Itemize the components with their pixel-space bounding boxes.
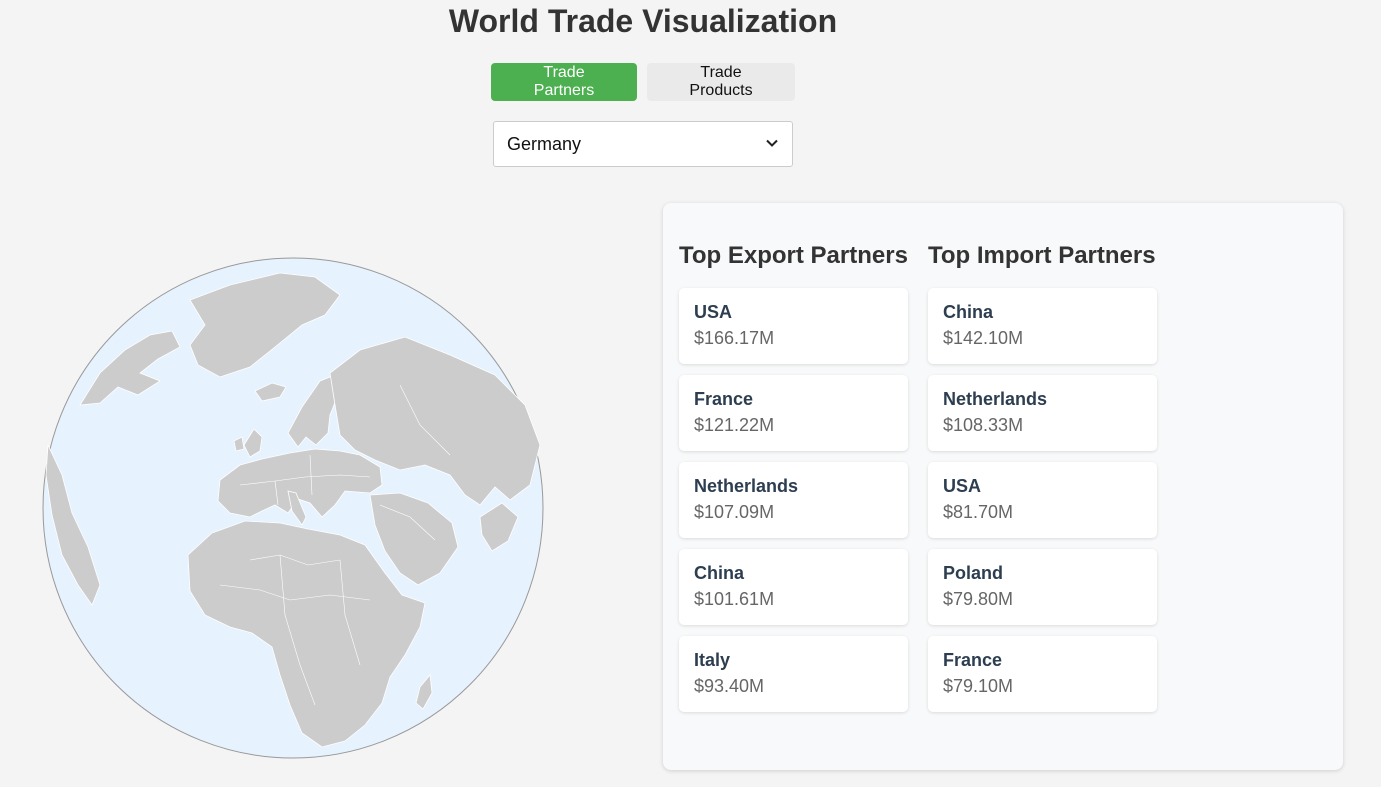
partner-name: USA — [943, 476, 982, 496]
country-select[interactable]: Germany — [493, 121, 793, 167]
view-tabs: Trade Partners Trade Products — [491, 63, 795, 101]
import-partner-card[interactable]: Poland $79.80M — [928, 549, 1157, 625]
partner-name: China — [694, 563, 745, 583]
partner-name: Netherlands — [694, 476, 799, 496]
partner-name: France — [694, 389, 754, 409]
partner-value: $107.09M — [694, 502, 775, 522]
export-partners-heading: Top Export Partners — [679, 242, 908, 269]
import-partners-column: Top Import Partners China $142.10M Nethe… — [928, 241, 1158, 723]
export-partner-card[interactable]: China $101.61M — [679, 549, 908, 625]
export-partners-column: Top Export Partners USA $166.17M France … — [679, 241, 909, 723]
partner-value: $79.80M — [943, 589, 1014, 609]
partner-value: $121.22M — [694, 415, 775, 435]
page-title: World Trade Visualization — [448, 3, 838, 39]
partner-value: $93.40M — [694, 676, 765, 696]
import-partner-card[interactable]: USA $81.70M — [928, 462, 1157, 538]
tab-trade-partners[interactable]: Trade Partners — [491, 63, 637, 101]
partner-value: $166.17M — [694, 328, 775, 348]
import-partner-card[interactable]: France $79.10M — [928, 636, 1157, 712]
export-partner-card[interactable]: Italy $93.40M — [679, 636, 908, 712]
import-partner-card[interactable]: Netherlands $108.33M — [928, 375, 1157, 451]
country-select-value: Germany — [507, 133, 582, 154]
partner-value: $101.61M — [694, 589, 775, 609]
partner-name: France — [943, 650, 1003, 670]
import-partner-card[interactable]: China $142.10M — [928, 288, 1157, 364]
partner-name: Netherlands — [943, 389, 1048, 409]
partner-name: USA — [694, 302, 733, 322]
partner-value: $81.70M — [943, 502, 1014, 522]
chevron-down-icon — [765, 134, 779, 155]
partner-name: Poland — [943, 563, 1004, 583]
partner-value: $142.10M — [943, 328, 1024, 348]
globe-map[interactable] — [40, 255, 546, 761]
partner-name: China — [943, 302, 994, 322]
partner-value: $108.33M — [943, 415, 1024, 435]
export-partner-card[interactable]: Netherlands $107.09M — [679, 462, 908, 538]
trade-partners-panel: Top Export Partners USA $166.17M France … — [663, 203, 1343, 770]
partner-value: $79.10M — [943, 676, 1014, 696]
partner-name: Italy — [694, 650, 731, 670]
import-partners-heading: Top Import Partners — [928, 242, 1156, 269]
export-partner-card[interactable]: USA $166.17M — [679, 288, 908, 364]
tab-trade-products[interactable]: Trade Products — [647, 63, 795, 101]
export-partner-card[interactable]: France $121.22M — [679, 375, 908, 451]
